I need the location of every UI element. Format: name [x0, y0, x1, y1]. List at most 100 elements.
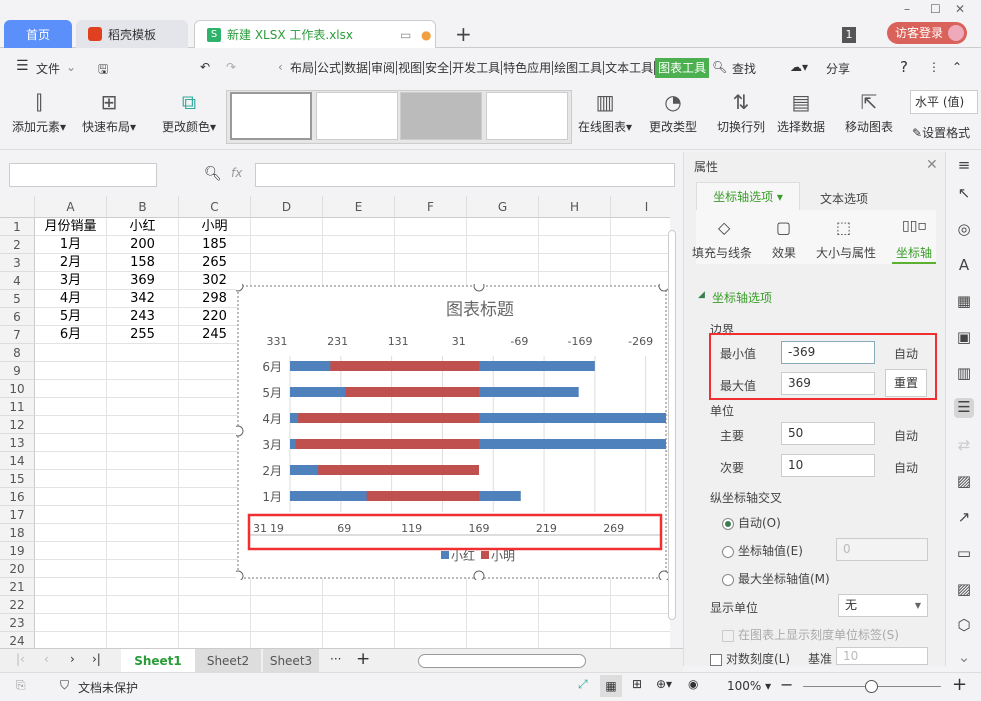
- tab-text-options[interactable]: 文本选项: [820, 190, 868, 207]
- formula-input[interactable]: [255, 163, 675, 187]
- row-header[interactable]: 10: [0, 380, 35, 398]
- cell[interactable]: [251, 632, 323, 648]
- cell[interactable]: 2月: [35, 254, 107, 272]
- cell[interactable]: [107, 614, 179, 632]
- cell[interactable]: [323, 614, 395, 632]
- subtab-size[interactable]: 大小与属性: [816, 244, 876, 261]
- column-header[interactable]: B: [107, 196, 179, 218]
- device-icon[interactable]: ⎘: [16, 678, 26, 693]
- cell[interactable]: [611, 578, 670, 596]
- resize-handle[interactable]: [473, 570, 485, 580]
- change-color-button[interactable]: ⧉ 更改颜色▾: [162, 90, 216, 135]
- eye-protect-icon[interactable]: ◉: [688, 677, 698, 691]
- sheet-tab-3[interactable]: Sheet3: [263, 649, 319, 673]
- cell[interactable]: [539, 614, 611, 632]
- menu-lines-icon[interactable]: ≡: [954, 156, 974, 176]
- tab-home[interactable]: 首页: [4, 20, 72, 48]
- cell[interactable]: [35, 416, 107, 434]
- switch-icon[interactable]: ⇄: [954, 436, 974, 456]
- online-chart-button[interactable]: ▥ 在线图表▾: [578, 90, 632, 135]
- row-header[interactable]: 2: [0, 236, 35, 254]
- cell[interactable]: [35, 578, 107, 596]
- column-header[interactable]: A: [35, 196, 107, 218]
- cell[interactable]: [107, 416, 179, 434]
- add-element-button[interactable]: ⫿ 添加元素▾: [12, 90, 66, 135]
- column-header[interactable]: C: [179, 196, 251, 218]
- cell[interactable]: [107, 542, 179, 560]
- horizontal-scrollbar[interactable]: [418, 654, 586, 668]
- cell[interactable]: [35, 362, 107, 380]
- bar-chart[interactable]: 图表标题 331 231 131 31 -69 -169 -269 1月 2月 3月 4月 5月 6月 31…: [236, 284, 668, 580]
- cell[interactable]: [107, 560, 179, 578]
- cell[interactable]: [107, 506, 179, 524]
- sheet-tab-1[interactable]: Sheet1: [121, 649, 195, 673]
- cell[interactable]: [35, 542, 107, 560]
- row-header[interactable]: 4: [0, 272, 35, 290]
- sheet-tab-2[interactable]: Sheet2: [195, 649, 261, 673]
- add-sheet-icon[interactable]: +: [356, 649, 370, 669]
- normal-view-icon[interactable]: ▦: [600, 675, 622, 697]
- row-header[interactable]: 7: [0, 326, 35, 344]
- cell[interactable]: [179, 596, 251, 614]
- cell[interactable]: [35, 380, 107, 398]
- cell[interactable]: [107, 632, 179, 648]
- cell[interactable]: [35, 344, 107, 362]
- resize-handle[interactable]: [236, 570, 244, 580]
- menu-tab-active[interactable]: 图表工具: [655, 58, 710, 78]
- more-sheets-icon[interactable]: ···: [330, 652, 341, 666]
- search-button[interactable]: 查找: [732, 60, 756, 77]
- axis-value-input[interactable]: 0: [836, 538, 928, 561]
- select-data-button[interactable]: ▤ 选择数据: [777, 90, 825, 135]
- major-unit-input[interactable]: 50: [781, 422, 875, 445]
- cell[interactable]: 小明: [179, 218, 251, 236]
- menu-tab-6[interactable]: 开发工具: [451, 61, 503, 75]
- cell[interactable]: [107, 362, 179, 380]
- radio-axis-value[interactable]: 坐标轴值(E): [722, 542, 803, 559]
- picture-icon[interactable]: ▨: [954, 580, 974, 600]
- menu-tab-9[interactable]: 文本工具: [604, 61, 656, 75]
- row-header[interactable]: 3: [0, 254, 35, 272]
- cell[interactable]: [611, 254, 670, 272]
- cell[interactable]: [251, 578, 323, 596]
- cell[interactable]: [251, 218, 323, 236]
- cell[interactable]: [251, 236, 323, 254]
- cell[interactable]: [467, 578, 539, 596]
- undo-icon[interactable]: ↶: [200, 60, 210, 74]
- cell[interactable]: 4月: [35, 290, 107, 308]
- row-header[interactable]: 19: [0, 542, 35, 560]
- show-unit-label-checkbox[interactable]: 在图表上显示刻度单位标签(S): [722, 626, 899, 643]
- column-header[interactable]: F: [395, 196, 467, 218]
- section-axis-options[interactable]: 坐标轴选项: [712, 289, 772, 306]
- minor-unit-input[interactable]: 10: [781, 454, 875, 477]
- cell[interactable]: [611, 632, 670, 648]
- cell[interactable]: [395, 218, 467, 236]
- cell[interactable]: 月份销量: [35, 218, 107, 236]
- cell[interactable]: [107, 344, 179, 362]
- cell[interactable]: [395, 596, 467, 614]
- file-menu[interactable]: 文件: [36, 60, 60, 77]
- change-type-button[interactable]: ◔ 更改类型: [649, 90, 697, 135]
- zoom-in-button[interactable]: +: [952, 674, 967, 695]
- fx-button[interactable]: fx: [231, 166, 242, 180]
- cell[interactable]: [107, 452, 179, 470]
- subtab-fill-line[interactable]: 填充与线条: [692, 244, 752, 261]
- cell[interactable]: [611, 596, 670, 614]
- row-header[interactable]: 5: [0, 290, 35, 308]
- shapes-icon[interactable]: ◎: [954, 220, 974, 240]
- cell[interactable]: 342: [107, 290, 179, 308]
- cell[interactable]: [539, 254, 611, 272]
- row-header[interactable]: 6: [0, 308, 35, 326]
- cell[interactable]: [323, 632, 395, 648]
- collapse-ribbon-icon[interactable]: ⌃: [952, 60, 962, 74]
- image-file-icon[interactable]: ▨: [954, 472, 974, 492]
- menu-tab-7[interactable]: 特色应用: [502, 61, 554, 75]
- cell[interactable]: [35, 470, 107, 488]
- share-button[interactable]: 分享: [826, 60, 850, 77]
- axis-select-dropdown[interactable]: 水平 (值): [910, 90, 978, 114]
- cell[interactable]: [35, 614, 107, 632]
- row-header[interactable]: 21: [0, 578, 35, 596]
- select-pointer-icon[interactable]: ↖: [954, 184, 974, 204]
- table-icon[interactable]: ▦: [954, 292, 974, 312]
- last-sheet-icon[interactable]: ›|: [92, 652, 101, 666]
- cell[interactable]: [467, 254, 539, 272]
